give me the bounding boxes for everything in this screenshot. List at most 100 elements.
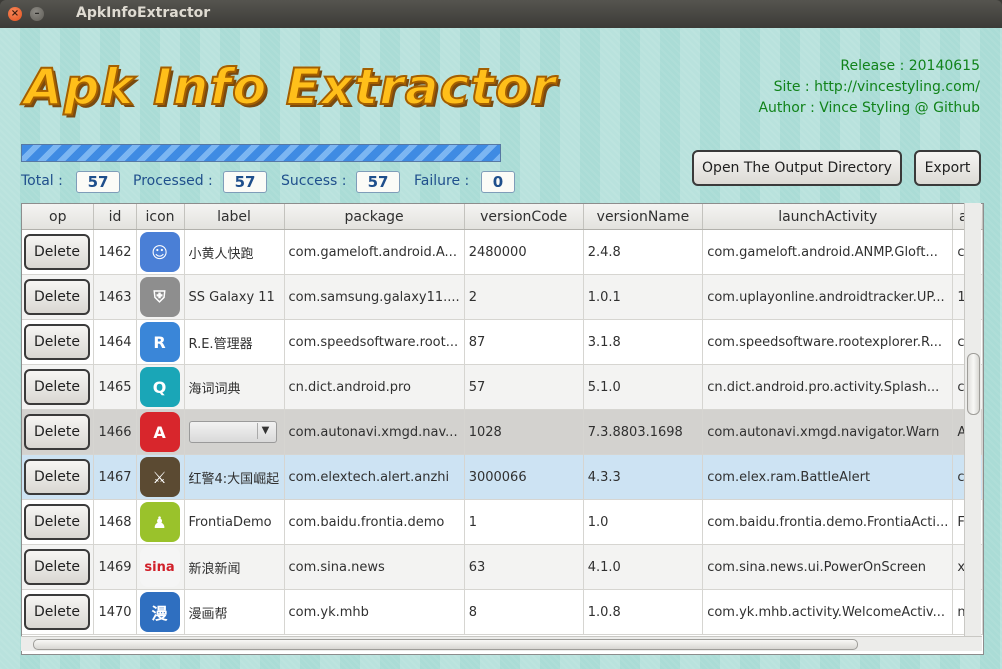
op-cell: Delete <box>22 544 95 590</box>
versioncode-cell: 87 <box>464 319 584 365</box>
progress-bar <box>21 144 501 162</box>
minion-icon: ☺ <box>139 232 180 272</box>
success-label: Success : <box>281 173 347 189</box>
open-output-directory-button[interactable]: Open The Output Directory <box>692 150 902 186</box>
label-cell: 海词词典 <box>184 364 285 410</box>
column-header-versionname[interactable]: versionName <box>583 204 704 230</box>
package-cell: com.speedsoftware.root... <box>284 319 465 365</box>
table-header: op id icon label package versionCode versionNa… <box>22 204 983 230</box>
table-row[interactable]: Delete 1470 漫漫画帮 com.yk.mhb 8 1.0.8 com.yk.mhb… <box>22 589 983 635</box>
table-row[interactable]: Delete 1468 ♟ FrontiaDemo com.baidu.frontia.… <box>22 499 983 545</box>
label-cell: 漫画帮 <box>184 589 285 635</box>
icon-cell: Q <box>136 364 185 410</box>
table-row[interactable]: Delete 1466 A ▼ com.autonavi.xmgd.nav... 1028… <box>22 409 983 455</box>
dict-search-icon: Q <box>139 367 180 407</box>
op-cell: Delete <box>22 319 95 365</box>
column-header-package[interactable]: package <box>284 204 465 230</box>
label-cell: 小黄人快跑 <box>184 229 285 275</box>
package-cell: com.elextech.alert.anzhi <box>284 454 465 500</box>
delete-button[interactable]: Delete <box>24 279 90 315</box>
package-cell: cn.dict.android.pro <box>284 364 465 410</box>
delete-button[interactable]: Delete <box>24 234 90 270</box>
launchactivity-cell: com.elex.ram.BattleAlert <box>702 454 954 500</box>
delete-button[interactable]: Delete <box>24 459 90 495</box>
launchactivity-cell: com.autonavi.xmgd.navigator.Warn <box>702 409 954 455</box>
delete-button[interactable]: Delete <box>24 594 90 630</box>
id-cell: 1463 <box>93 274 137 320</box>
launchactivity-cell: com.baidu.frontia.demo.FrontiaActi... <box>702 499 954 545</box>
success-value: 57 <box>356 171 400 193</box>
icon-cell: ♟ <box>136 499 185 545</box>
minimize-window-icon[interactable]: – <box>30 7 44 21</box>
vertical-scrollbar[interactable] <box>964 203 981 641</box>
delete-button[interactable]: Delete <box>24 414 90 450</box>
column-header-label[interactable]: label <box>184 204 285 230</box>
vertical-scroll-thumb[interactable] <box>967 353 980 415</box>
table-row[interactable]: Delete 1463 ⛨ SS Galaxy 11 com.samsung.galax… <box>22 274 983 320</box>
icon-cell: R <box>136 319 185 365</box>
column-header-icon[interactable]: icon <box>136 204 185 230</box>
red-alert-icon: ⚔ <box>139 457 180 497</box>
versionname-cell: 1.0 <box>583 499 704 545</box>
delete-button[interactable]: Delete <box>24 324 90 360</box>
column-header-id[interactable]: id <box>93 204 137 230</box>
versionname-cell: 3.1.8 <box>583 319 704 365</box>
horizontal-scrollbar[interactable] <box>21 636 982 651</box>
close-window-icon[interactable]: × <box>8 7 22 21</box>
table-row[interactable]: Delete 1465 Q 海词词典 cn.dict.android.pro 57 5.1.… <box>22 364 983 410</box>
column-header-launchactivity[interactable]: launchActivity <box>702 204 954 230</box>
table-row[interactable]: Delete 1469 sina 新浪新闻 com.sina.news 63 4.1.0 co… <box>22 544 983 590</box>
launchactivity-cell: cn.dict.android.pro.activity.Splash... <box>702 364 954 410</box>
versioncode-cell: 8 <box>464 589 584 635</box>
label-cell: 新浪新闻 <box>184 544 285 590</box>
app-logo: Apk Info Extractor <box>23 57 557 117</box>
id-cell: 1462 <box>93 229 137 275</box>
icon-cell: ⚔ <box>136 454 185 500</box>
export-button[interactable]: Export <box>914 150 981 186</box>
processed-value: 57 <box>223 171 267 193</box>
op-cell: Delete <box>22 409 95 455</box>
id-cell: 1466 <box>93 409 137 455</box>
package-cell: com.sina.news <box>284 544 465 590</box>
table-row[interactable]: Delete 1464 R R.E.管理器 com.speedsoftware.root… <box>22 319 983 365</box>
total-label: Total : <box>21 173 63 189</box>
delete-button[interactable]: Delete <box>24 549 90 585</box>
op-cell: Delete <box>22 274 95 320</box>
versioncode-cell: 2 <box>464 274 584 320</box>
package-cell: com.samsung.galaxy11.... <box>284 274 465 320</box>
delete-button[interactable]: Delete <box>24 504 90 540</box>
package-cell: com.baidu.frontia.demo <box>284 499 465 545</box>
chevron-down-icon[interactable]: ▼ <box>256 423 274 439</box>
launchactivity-cell: com.speedsoftware.rootexplorer.R... <box>702 319 954 365</box>
re-manager-icon: R <box>139 322 180 362</box>
table-row[interactable]: Delete 1462 ☺ 小黄人快跑 com.gameloft.android.A..… <box>22 229 983 275</box>
op-cell: Delete <box>22 364 95 410</box>
launchactivity-cell: com.uplayonline.androidtracker.UP... <box>702 274 954 320</box>
label-cell: 红警4:大国崛起 <box>184 454 285 500</box>
column-header-op[interactable]: op <box>22 204 95 230</box>
icon-cell: ☺ <box>136 229 185 275</box>
label-cell: ▼ <box>184 409 285 455</box>
site-link[interactable]: Site : http://vincestyling.com/ <box>758 77 980 98</box>
horizontal-scroll-thumb[interactable] <box>33 639 858 650</box>
launchactivity-cell: com.sina.news.ui.PowerOnScreen <box>702 544 954 590</box>
delete-button[interactable]: Delete <box>24 369 90 405</box>
column-header-versioncode[interactable]: versionCode <box>464 204 584 230</box>
window-title: ApkInfoExtractor <box>76 5 211 21</box>
autonavi-icon: A <box>139 412 180 452</box>
versionname-cell: 1.0.1 <box>583 274 704 320</box>
release-info: Release : 20140615 <box>840 58 980 74</box>
table-row[interactable]: Delete 1467 ⚔ 红警4:大国崛起 com.elextech.alert.an… <box>22 454 983 500</box>
versioncode-cell: 3000066 <box>464 454 584 500</box>
label-combo-box[interactable]: ▼ <box>188 421 277 443</box>
versionname-cell: 1.0.8 <box>583 589 704 635</box>
versioncode-cell: 1028 <box>464 409 584 455</box>
title-bar: × – ApkInfoExtractor <box>0 0 1002 28</box>
id-cell: 1470 <box>93 589 137 635</box>
id-cell: 1464 <box>93 319 137 365</box>
icon-cell: sina <box>136 544 185 590</box>
versioncode-cell: 57 <box>464 364 584 410</box>
id-cell: 1468 <box>93 499 137 545</box>
shield-icon: ⛨ <box>139 277 180 317</box>
op-cell: Delete <box>22 589 95 635</box>
